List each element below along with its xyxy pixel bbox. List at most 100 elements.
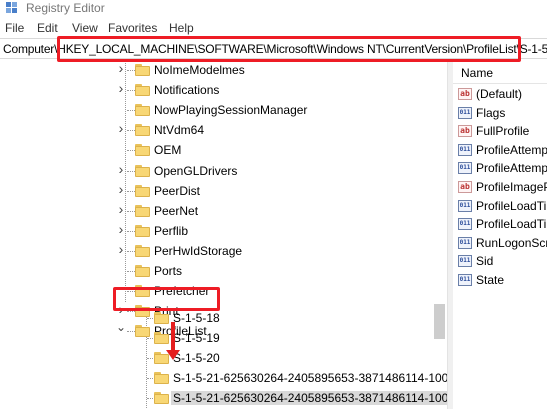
tree-item-label: PeerNet [154,203,199,218]
folder-icon [135,184,150,197]
value-row[interactable]: ab (Default) [453,85,547,104]
value-name: ProfileLoadTir [476,217,547,232]
tree-connector [127,150,135,152]
value-name: ProfileLoadTir [476,198,547,213]
tree-item[interactable]: › PerHwIdStorage [0,241,440,261]
tree-subkey-item[interactable]: S-1-5-19 [0,328,440,348]
tree-item-label: NowPlayingSessionManager [154,103,308,118]
tree-scrollbar-thumb[interactable] [434,304,445,339]
tree-subkey-label: S-1-5-20 [173,351,220,366]
tree-item[interactable]: › NtVdm64 [0,120,440,140]
folder-icon [135,123,150,137]
tree-item-label: PeerDist [154,183,201,198]
tree-item[interactable]: Prefetcher [0,281,440,301]
chevron-right-icon[interactable]: › [115,182,127,196]
folder-icon [154,371,169,385]
value-row[interactable]: 011 Sid [453,252,547,271]
binary-value-icon: 011 [458,106,472,119]
tree-subkey-item[interactable]: S-1-5-21-625630264-2405895653-3871486114… [0,368,447,388]
menu-bar: File Edit View Favorites Help [0,18,547,36]
tree-connector [127,90,135,92]
binary-value-icon: 011 [458,236,472,249]
value-row[interactable]: 011 Flags [453,104,547,123]
tree-item-label: Notifications [154,83,220,98]
value-name: State [476,273,505,287]
tree-item[interactable]: Ports [0,261,440,281]
tree-item-label: OpenGLDrivers [154,163,238,178]
folder-icon [135,264,150,277]
value-name: ProfileAttemp [476,161,547,176]
tree-subkey-label: S-1-5-21-625630264-2405895653-3871486114… [171,391,447,406]
tree-item[interactable]: › OpenGLDrivers [0,161,440,181]
value-row[interactable]: ab FullProfile [453,122,547,141]
registry-editor-icon [6,2,17,13]
window-title: Registry Editor [26,1,105,15]
tree-connector [127,110,135,112]
chevron-right-icon[interactable]: › [115,61,127,75]
chevron-right-icon[interactable]: › [115,121,127,135]
folder-icon [135,63,150,76]
name-column-label: Name [461,66,494,80]
chevron-right-icon[interactable]: › [115,162,127,176]
binary-value-icon: 011 [458,162,472,175]
chevron-right-icon[interactable]: › [115,222,127,236]
tree-connector [115,143,127,155]
menu-help[interactable]: Help [169,21,194,35]
folder-icon [154,391,169,405]
value-row[interactable]: 011 ProfileAttemp [453,141,547,160]
value-name: Flags [476,105,506,120]
menu-edit[interactable]: Edit [37,21,58,35]
binary-value-icon: 011 [458,218,472,231]
tree-item-label: NoImeModelmes [154,63,245,77]
folder-icon [135,164,150,177]
name-column-header[interactable]: Name [453,60,547,84]
folder-icon [154,311,169,324]
value-row[interactable]: 011 ProfileAttemp [453,159,547,178]
tree-connector [115,264,127,276]
tree-connector [127,190,135,192]
tree-item[interactable]: OEM [0,140,440,160]
chevron-right-icon[interactable]: › [115,242,127,256]
tree-connector [127,250,135,252]
value-row[interactable]: 011 State [453,271,547,290]
values-pane[interactable]: Name ab (Default) 011 Flags ab FullProfile 011… [453,60,547,409]
menu-view[interactable]: View [72,21,98,35]
tree-subkey-item[interactable]: S-1-5-20 [0,348,440,368]
tree-subkey-item[interactable]: S-1-5-18 [0,308,440,328]
value-name: FullProfile [476,124,530,139]
tree-item[interactable]: › Notifications [0,80,440,100]
key-tree-pane[interactable]: › NoImeModelmes › Notifications NowPlayingSe… [0,60,447,409]
folder-icon [135,83,150,97]
value-row[interactable]: 011 ProfileLoadTir [453,215,547,234]
tree-item[interactable]: › PeerDist [0,181,440,201]
folder-icon [135,244,150,257]
tree-subkey-item[interactable]: S-1-5-21-625630264-2405895653-3871486114… [0,388,447,408]
folder-icon [135,143,150,157]
tree-subkey-label: S-1-5-18 [173,311,220,325]
folder-icon [135,103,150,117]
value-row[interactable]: 011 ProfileLoadTir [453,197,547,216]
value-row[interactable]: ab ProfileImageP [453,178,547,197]
address-highlight-box [57,36,521,62]
tree-connector [127,230,135,232]
tree-item[interactable]: › NoImeModelmes [0,60,440,80]
tree-subkey-label: S-1-5-19 [173,331,220,346]
tree-item-label: Ports [154,264,183,278]
folder-icon [135,204,150,217]
chevron-right-icon[interactable]: › [115,202,127,216]
menu-file[interactable]: File [5,21,24,35]
value-name: ProfileImageP [476,180,547,194]
chevron-right-icon[interactable]: › [115,81,127,95]
tree-connector [127,130,135,132]
tree-item-label: OEM [154,143,182,158]
string-value-icon: ab [458,125,472,138]
binary-value-icon: 011 [458,274,472,286]
tree-item-label: PerHwIdStorage [154,243,243,258]
tree-item[interactable]: › Perflib [0,221,440,241]
tree-item[interactable]: NowPlayingSessionManager [0,100,440,120]
tree-connector [127,271,135,272]
tree-item[interactable]: › PeerNet [0,201,440,221]
value-row[interactable]: 011 RunLogonScri [453,234,547,253]
tree-item-label: Perflib [154,223,189,238]
menu-favorites[interactable]: Favorites [108,21,157,35]
